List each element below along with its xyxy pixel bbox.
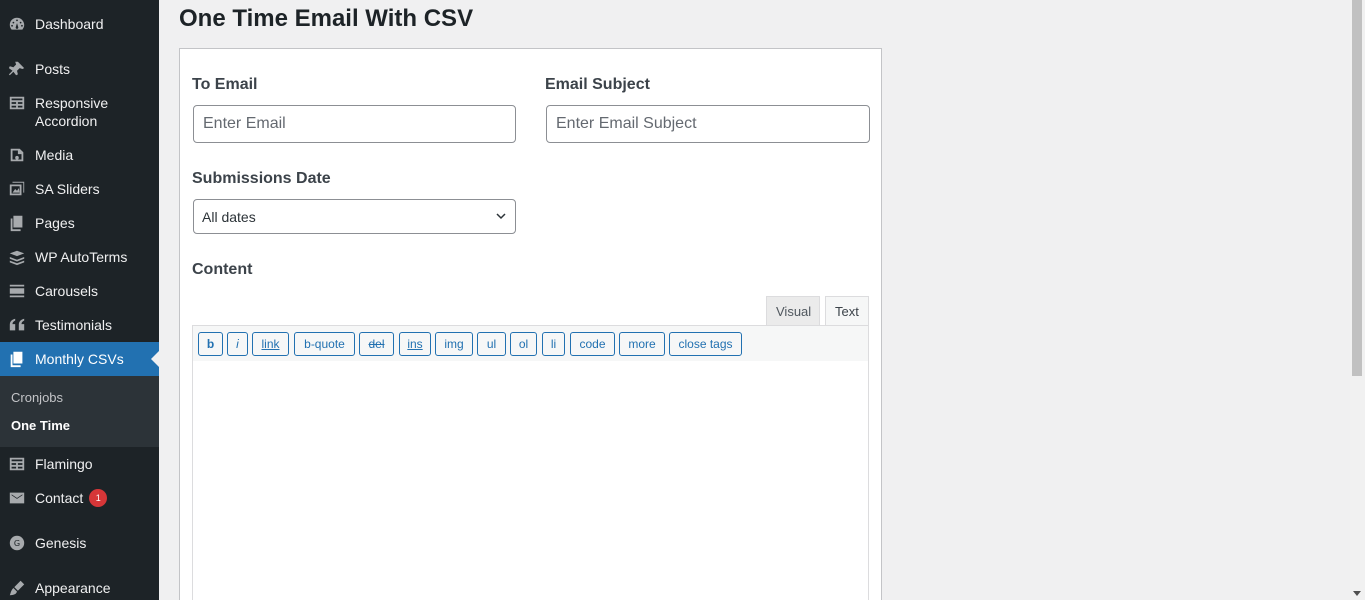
content-textarea[interactable]	[192, 361, 869, 600]
sidebar-label: WP AutoTerms	[35, 249, 128, 265]
qt-italic-button[interactable]: i	[227, 332, 248, 356]
email-subject-label: Email Subject	[545, 76, 650, 93]
sidebar-item-dashboard[interactable]: Dashboard	[0, 15, 159, 33]
sidebar-label: Carousels	[35, 283, 99, 299]
submenu-item-one-time[interactable]: One Time	[11, 418, 70, 433]
quicktags-toolbar: b i link b-quote del ins img ul ol li co…	[192, 325, 869, 362]
sidebar-label: SA Sliders	[35, 181, 100, 197]
sidebar-label: Posts	[35, 61, 71, 77]
content-label: Content	[192, 261, 253, 278]
qt-code-button[interactable]: code	[570, 332, 615, 356]
page-title: One Time Email With CSV	[179, 5, 474, 32]
notification-badge: 1	[89, 489, 108, 507]
sidebar-item-testimonials[interactable]: Testimonials	[0, 316, 159, 334]
sidebar-item-sa-sliders[interactable]: SA Sliders	[0, 180, 159, 198]
dashboard-icon	[8, 15, 26, 33]
genesis-icon: G	[8, 534, 26, 552]
autoterms-icon	[8, 248, 26, 266]
sidebar-item-media[interactable]: Media	[0, 146, 159, 164]
pin-icon	[8, 60, 26, 78]
to-email-input[interactable]	[193, 105, 516, 143]
brush-icon	[8, 579, 26, 597]
email-subject-input[interactable]	[546, 105, 870, 143]
scrollbar-thumb[interactable]	[1352, 0, 1362, 376]
sidebar-item-carousels[interactable]: Carousels	[0, 282, 159, 300]
sidebar-item-flamingo[interactable]: Flamingo	[0, 455, 159, 473]
qt-blockquote-button[interactable]: b-quote	[294, 332, 355, 356]
tab-text[interactable]: Text	[825, 296, 869, 326]
qt-ins-button[interactable]: ins	[399, 332, 431, 356]
sidebar-submenu: Cronjobs One Time	[0, 376, 159, 447]
submissions-date-select[interactable]: All dates	[193, 199, 516, 234]
qt-close-tags-button[interactable]: close tags	[669, 332, 742, 356]
tab-visual[interactable]: Visual	[766, 296, 820, 326]
sidebar-label: Media	[35, 147, 74, 163]
pages-icon	[8, 350, 26, 368]
qt-link-button[interactable]: link	[252, 332, 289, 356]
qt-li-button[interactable]: li	[542, 332, 565, 356]
sidebar-item-pages[interactable]: Pages	[0, 214, 159, 232]
sidebar-label: Contact 1	[35, 489, 108, 507]
quote-icon	[8, 316, 26, 334]
slides-icon	[8, 180, 26, 198]
select-value: All dates	[202, 208, 256, 225]
list-icon	[8, 94, 26, 112]
qt-img-button[interactable]: img	[435, 332, 473, 356]
sidebar-label: Genesis	[35, 535, 87, 551]
media-icon	[8, 146, 26, 164]
sidebar-label: Responsive Accordion	[35, 95, 109, 129]
sidebar-label: Dashboard	[35, 16, 104, 32]
sidebar-item-wp-autoterms[interactable]: WP AutoTerms	[0, 248, 159, 266]
sidebar-item-contact[interactable]: Contact 1	[0, 489, 159, 507]
mail-icon	[8, 489, 26, 507]
sidebar-label: Pages	[35, 215, 75, 231]
sidebar-label: Flamingo	[35, 456, 93, 472]
sidebar-label: Monthly CSVs	[35, 351, 124, 367]
submissions-date-label: Submissions Date	[192, 170, 331, 187]
to-email-label: To Email	[192, 76, 258, 93]
sidebar-label: Appearance	[35, 580, 111, 596]
carousel-icon	[8, 282, 26, 300]
sidebar-item-posts[interactable]: Posts	[0, 60, 159, 78]
qt-bold-button[interactable]: b	[198, 332, 223, 356]
page-scrollbar[interactable]	[1350, 0, 1365, 600]
chevron-down-icon	[495, 209, 507, 225]
sidebar-item-monthly-csvs[interactable]: Monthly CSVs	[0, 342, 159, 376]
submenu-item-cronjobs[interactable]: Cronjobs	[11, 390, 63, 405]
contact-label: Contact	[35, 490, 84, 506]
sidebar-label: Testimonials	[35, 317, 113, 333]
list-icon	[8, 455, 26, 473]
pages-icon	[8, 214, 26, 232]
sidebar-item-genesis[interactable]: G Genesis	[0, 534, 159, 552]
scroll-down-arrow-icon[interactable]	[1353, 591, 1361, 596]
qt-ul-button[interactable]: ul	[477, 332, 506, 356]
qt-del-button[interactable]: del	[359, 332, 394, 356]
qt-ol-button[interactable]: ol	[510, 332, 537, 356]
sidebar-item-appearance[interactable]: Appearance	[0, 579, 159, 597]
admin-sidebar: Dashboard Posts Responsive Accordion Med…	[0, 0, 159, 600]
svg-text:G: G	[14, 538, 20, 548]
sidebar-item-responsive-accordion[interactable]: Responsive Accordion	[0, 94, 159, 130]
qt-more-button[interactable]: more	[619, 332, 665, 356]
